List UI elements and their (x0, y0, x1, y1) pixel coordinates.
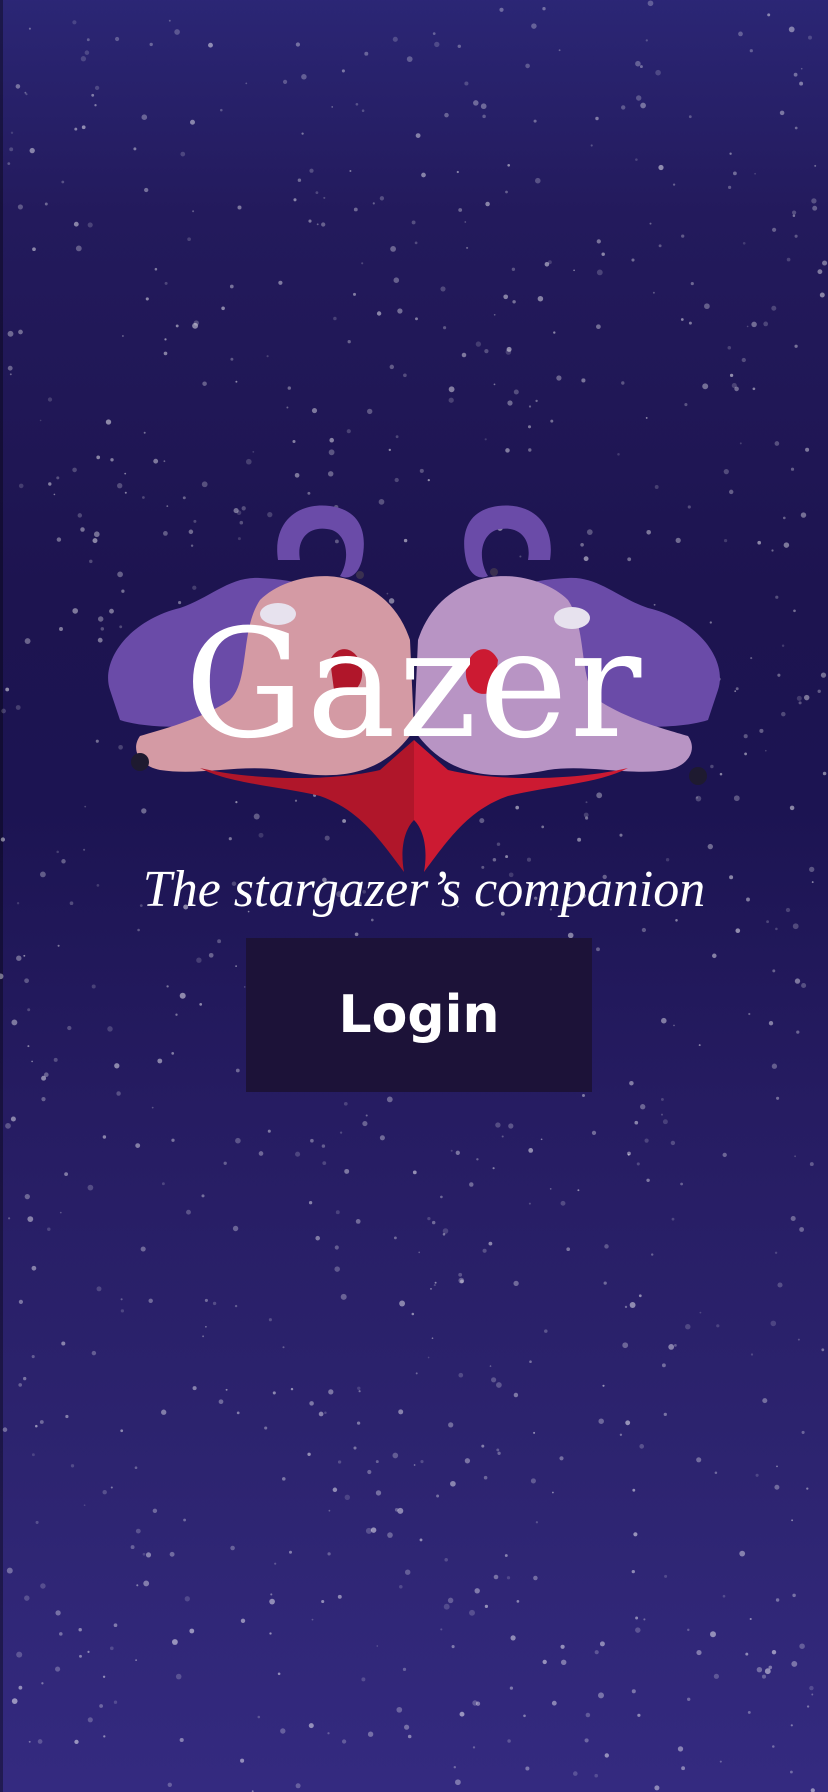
app-tagline: The stargazer’s companion (142, 861, 706, 918)
app-title: Gazer (184, 598, 644, 772)
login-screen: Gazer The stargazer’s companion Login (0, 0, 828, 1792)
login-button[interactable]: Login (246, 938, 592, 1092)
